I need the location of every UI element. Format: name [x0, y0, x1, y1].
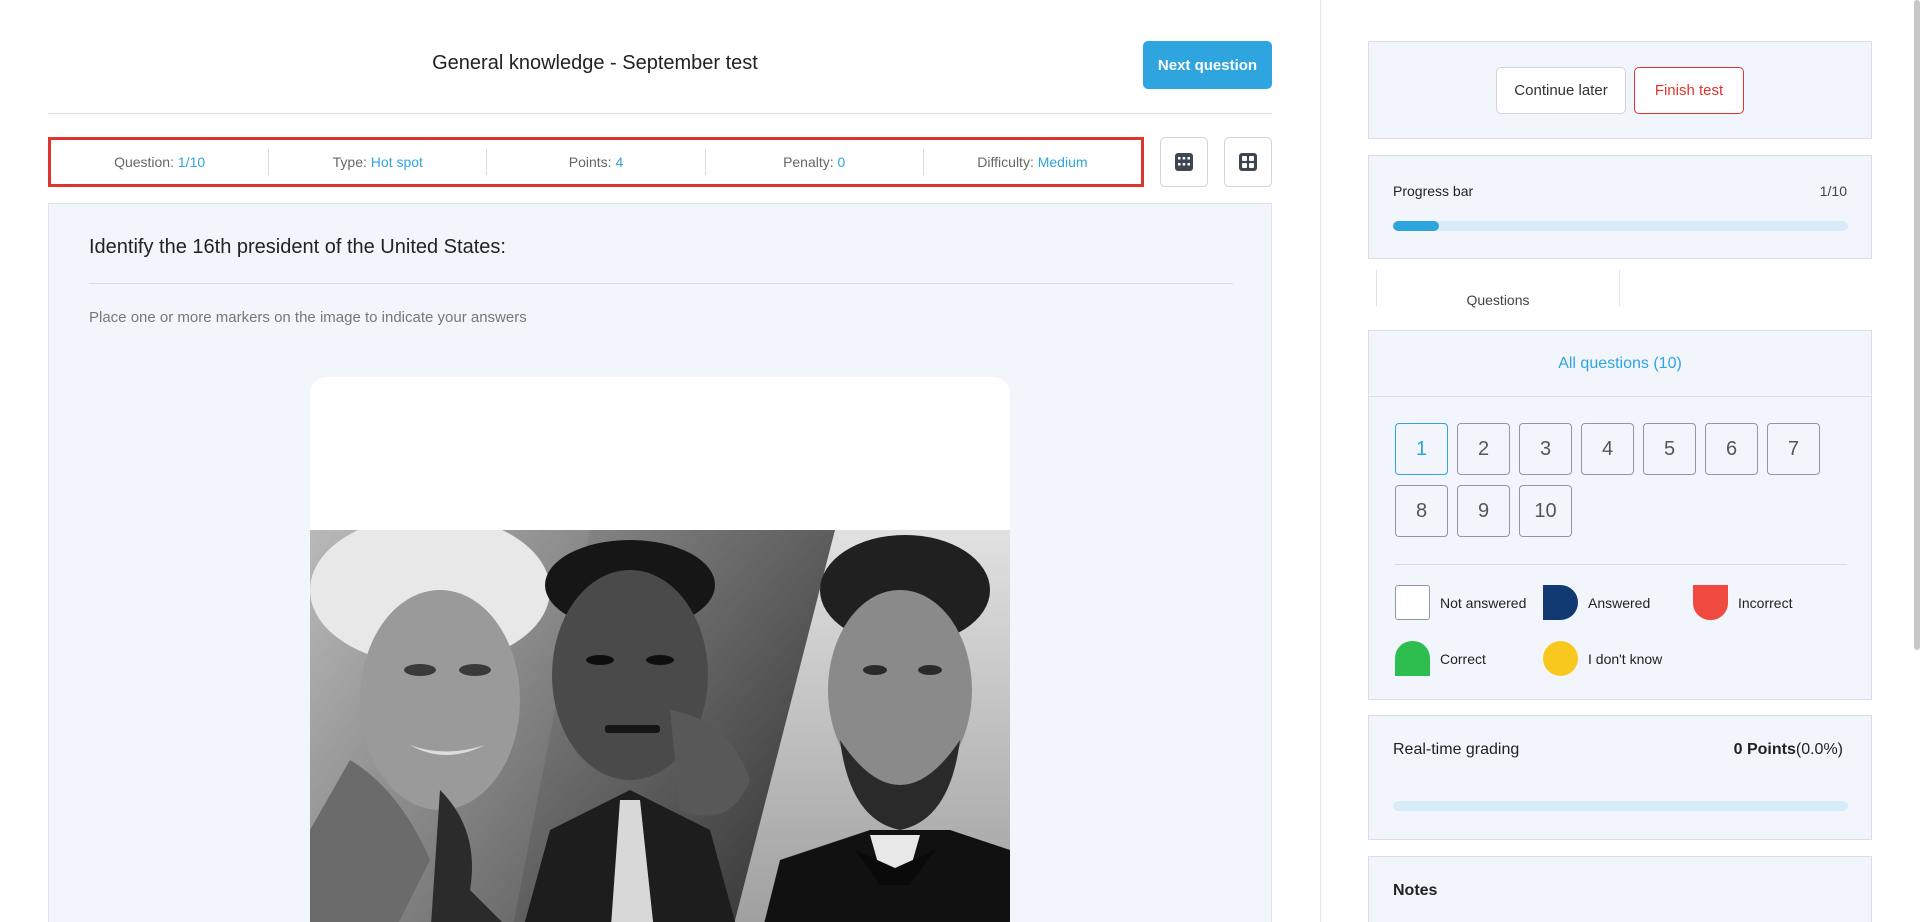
grading-track — [1393, 801, 1848, 811]
legend-incorrect-label: Incorrect — [1738, 594, 1793, 611]
info-question-label: Question: — [114, 154, 178, 170]
question-text: Identify the 16th president of the Unite… — [89, 236, 506, 258]
info-penalty: Penalty: 0 — [706, 149, 924, 175]
tab-questions[interactable]: Questions — [1376, 270, 1620, 308]
question-number-button[interactable]: 10 — [1519, 485, 1572, 537]
grading-label: Real-time grading — [1393, 741, 1520, 758]
hotspot-photo[interactable] — [310, 530, 1010, 922]
all-questions-link[interactable]: All questions (10) — [1369, 331, 1871, 397]
question-number-button[interactable]: 7 — [1767, 423, 1820, 475]
question-number-button[interactable]: 6 — [1705, 423, 1758, 475]
progress-label: Progress bar — [1393, 183, 1474, 199]
info-difficulty-label: Difficulty: — [977, 154, 1038, 170]
question-info-bar: Question: 1/10 Type: Hot spot Points: 4 … — [48, 137, 1144, 187]
column-divider — [1320, 0, 1321, 922]
grading-percent: (0.0%) — [1795, 741, 1843, 758]
legend-answered-label: Answered — [1588, 594, 1651, 611]
question-number-button[interactable]: 8 — [1395, 485, 1448, 537]
grading-score: 0 Points(0.0%) — [1734, 741, 1843, 759]
grading-points: 0 Points — [1733, 741, 1796, 758]
grading-card: Real-time grading 0 Points(0.0%) — [1368, 715, 1872, 840]
hotspot-image-area[interactable] — [310, 377, 1010, 922]
question-number-button[interactable]: 2 — [1457, 423, 1510, 475]
calculator-icon — [1175, 153, 1193, 171]
info-difficulty-value: Medium — [1037, 154, 1088, 170]
info-question: Question: 1/10 — [51, 149, 270, 175]
question-number-button[interactable]: 4 — [1581, 423, 1634, 475]
notes-label: Notes — [1393, 882, 1438, 899]
info-type-value: Hot spot — [370, 154, 423, 170]
question-instruction: Place one or more markers on the image t… — [89, 309, 527, 326]
legend-correct: Correct — [1395, 641, 1486, 676]
legend-correct-label: Correct — [1440, 650, 1486, 667]
grid-icon — [1239, 153, 1257, 171]
calculator-button[interactable] — [1160, 137, 1208, 187]
progress-track — [1393, 221, 1848, 231]
info-points-label: Points: — [568, 154, 616, 170]
progress-fill — [1393, 221, 1439, 231]
notes-card: Notes — [1368, 856, 1872, 922]
finish-test-button[interactable]: Finish test — [1634, 67, 1744, 114]
dont-know-swatch — [1543, 641, 1578, 676]
sidebar: Continue later Finish test Progress bar … — [1368, 0, 1872, 922]
progress-card: Progress bar 1/10 — [1368, 155, 1872, 259]
info-type: Type: Hot spot — [269, 149, 488, 175]
info-points-value: 4 — [615, 154, 624, 170]
question-number-button[interactable]: 3 — [1519, 423, 1572, 475]
test-title: General knowledge - September test — [432, 52, 758, 74]
info-type-label: Type: — [332, 154, 371, 170]
info-penalty-label: Penalty: — [783, 154, 838, 170]
question-panel: Identify the 16th president of the Unite… — [48, 203, 1272, 922]
test-header: General knowledge - September test Next … — [48, 40, 1272, 90]
info-difficulty: Difficulty: Medium — [924, 149, 1141, 175]
legend-dont-know-label: I don't know — [1588, 650, 1663, 667]
header-divider — [48, 113, 1272, 114]
answered-swatch — [1543, 585, 1578, 620]
legend-not-answered: Not answered — [1395, 585, 1526, 620]
continue-later-button[interactable]: Continue later — [1496, 67, 1626, 114]
main-column: General knowledge - September test Next … — [48, 0, 1272, 922]
question-number-button[interactable]: 9 — [1457, 485, 1510, 537]
legend-dont-know: I don't know — [1543, 641, 1662, 676]
next-question-button[interactable]: Next question — [1143, 41, 1272, 89]
correct-swatch — [1395, 641, 1430, 676]
legend-not-answered-label: Not answered — [1440, 594, 1527, 611]
question-divider — [89, 283, 1233, 284]
progress-count: 1/10 — [1819, 183, 1847, 199]
test-actions-card: Continue later Finish test — [1368, 41, 1872, 139]
incorrect-swatch — [1693, 585, 1728, 620]
info-penalty-value: 0 — [837, 154, 846, 170]
info-question-value: 1/10 — [177, 154, 206, 170]
legend-answered: Answered — [1543, 585, 1650, 620]
page-scrollbar[interactable] — [1914, 0, 1920, 650]
question-number-button[interactable]: 5 — [1643, 423, 1696, 475]
question-list-card: All questions (10) Not answered Answered… — [1368, 330, 1872, 700]
not-answered-swatch — [1395, 585, 1430, 620]
legend-divider — [1395, 564, 1847, 565]
grid-view-button[interactable] — [1224, 137, 1272, 187]
legend-incorrect: Incorrect — [1693, 585, 1792, 620]
question-number-button[interactable]: 1 — [1395, 423, 1448, 475]
info-points: Points: 4 — [487, 149, 706, 175]
